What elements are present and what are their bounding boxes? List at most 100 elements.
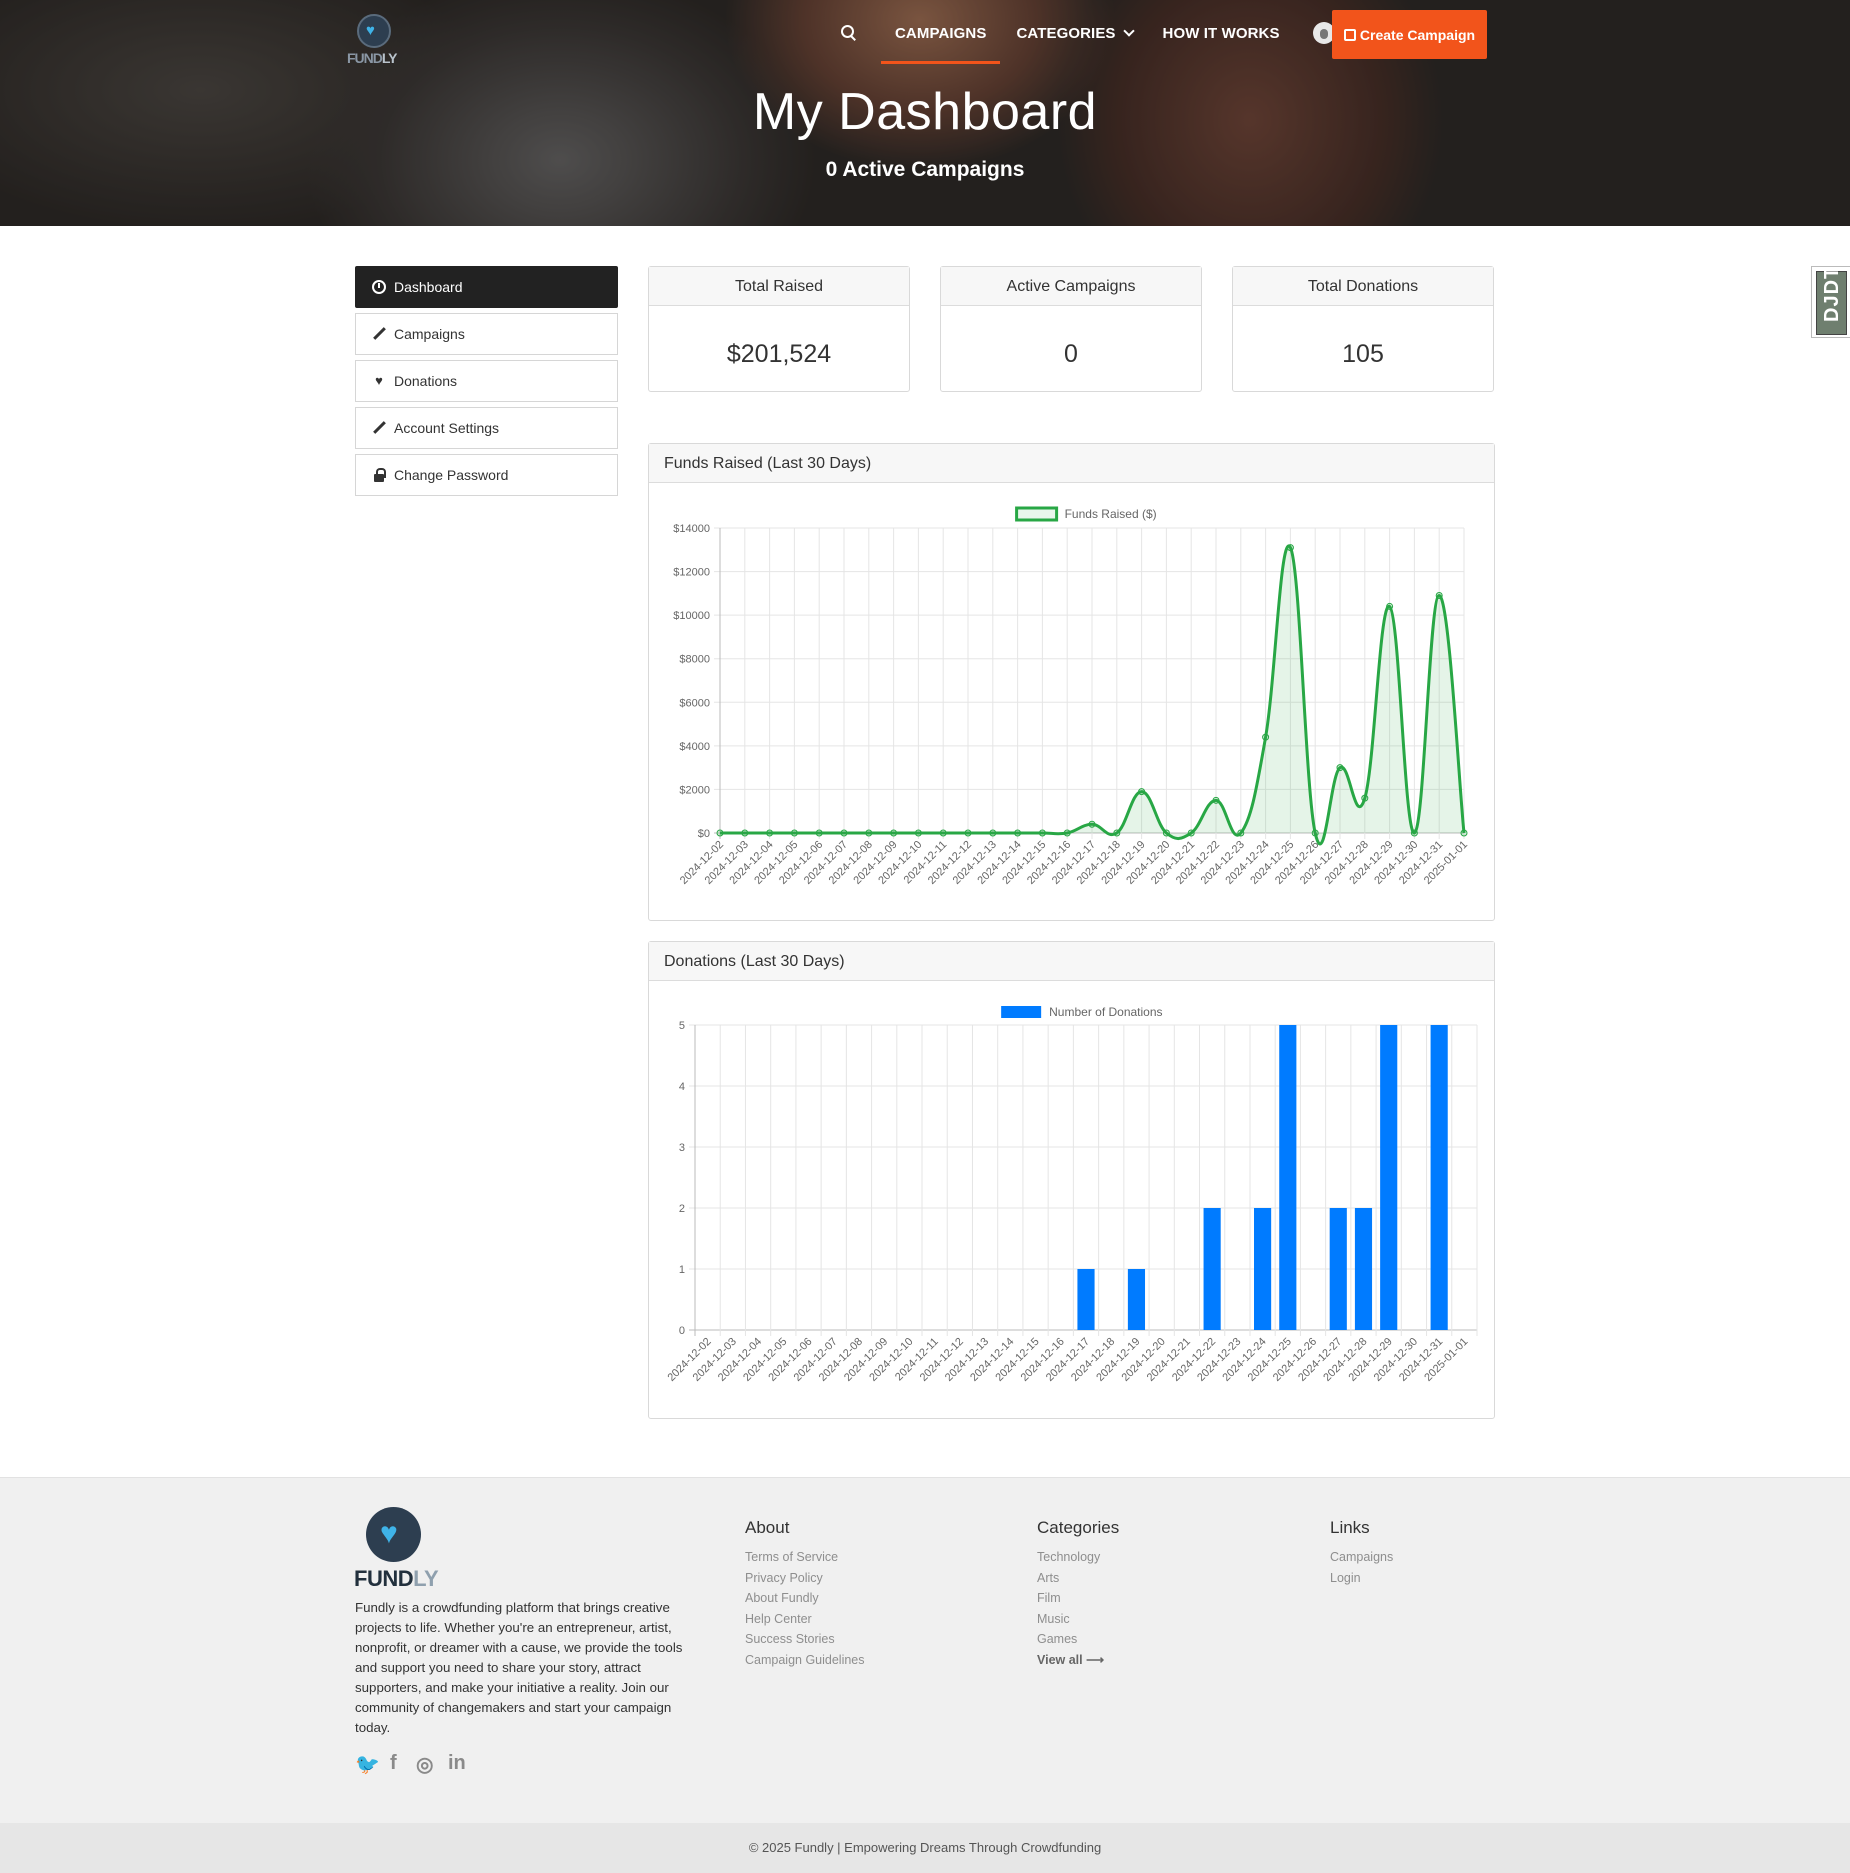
footer-logo[interactable]: ♥	[366, 1507, 421, 1562]
data-point	[964, 829, 972, 837]
legend-label: Number of Donations	[1049, 1005, 1162, 1019]
footer	[0, 1477, 1850, 1823]
sidebar-item-donations[interactable]: ♥ Donations	[355, 360, 618, 402]
chevron-down-icon	[1122, 25, 1135, 37]
footer-link[interactable]: Technology	[1037, 1547, 1119, 1568]
stat-label: Total Raised	[649, 267, 909, 306]
funds-chart: Funds Raised ($) $0 $2000 $4000 $6000 $8000 $1…	[673, 506, 1470, 887]
data-point	[1113, 829, 1121, 837]
nav-how-it-works[interactable]: HOW IT WORKS	[1163, 0, 1280, 66]
create-campaign-label: Create Campaign	[1359, 26, 1476, 43]
y-tick-label: $12000	[673, 567, 710, 579]
bar	[1380, 1025, 1398, 1330]
nav-campaigns[interactable]: CAMPAIGNS	[880, 0, 1002, 66]
footer-wordmark: FUNDLY	[354, 1566, 439, 1592]
y-tick-label: 3	[679, 1142, 685, 1154]
data-point	[1014, 829, 1022, 837]
search-icon[interactable]	[840, 24, 858, 42]
data-point	[1063, 829, 1071, 837]
facebook-icon[interactable]: f	[390, 1752, 397, 1775]
sidebar-item-dashboard[interactable]: Dashboard	[355, 266, 618, 308]
footer-link[interactable]: Campaigns	[1330, 1547, 1393, 1568]
debug-toolbar-handle: DJDT	[1816, 266, 1847, 335]
data-point	[741, 829, 749, 837]
sidebar-item-account-settings[interactable]: Account Settings	[355, 407, 618, 449]
logo-wordmark: FUNDLY	[347, 50, 397, 66]
y-tick-label: $6000	[679, 697, 710, 709]
twitter-icon[interactable]: 🐦	[355, 1752, 380, 1777]
data-point	[1237, 829, 1245, 837]
footer-link[interactable]: Privacy Policy	[745, 1568, 865, 1589]
heart-icon: ♥	[366, 22, 375, 39]
y-tick-label: $8000	[679, 654, 710, 666]
arrow-right-icon: ⟶	[1086, 1652, 1105, 1667]
footer-link[interactable]: About Fundly	[745, 1588, 865, 1609]
page-title: My Dashboard	[752, 83, 1098, 141]
data-point	[1262, 733, 1270, 741]
sidebar-item-change-password[interactable]: Change Password	[355, 454, 618, 496]
footer-link[interactable]: Login	[1330, 1568, 1393, 1589]
legend-label: Funds Raised ($)	[1065, 507, 1157, 521]
sidebar-item-label: Dashboard	[394, 279, 463, 295]
footer-link[interactable]: Terms of Service	[745, 1547, 865, 1568]
sidebar-item-campaigns[interactable]: Campaigns	[355, 313, 618, 355]
nav-categories-label: CATEGORIES	[1016, 25, 1116, 42]
data-point	[865, 829, 873, 837]
pencil-icon	[372, 327, 386, 341]
bar	[1279, 1025, 1297, 1330]
footer-heading: About	[745, 1518, 790, 1537]
bar	[1354, 1208, 1373, 1330]
create-campaign-button[interactable]: Create Campaign	[1332, 10, 1487, 59]
heart-icon: ♥	[380, 1517, 398, 1550]
stat-value: $201,524	[726, 340, 832, 368]
y-tick-label: 2	[679, 1203, 685, 1215]
y-tick-label: $0	[698, 828, 710, 840]
data-point	[790, 829, 798, 837]
donations-chart: Number of Donations0123452024-12-022024-…	[665, 1005, 1478, 1384]
nav-categories[interactable]: CATEGORIES	[1016, 0, 1135, 66]
data-point	[1212, 796, 1220, 804]
view-all-link[interactable]: View all ⟶	[1037, 1650, 1119, 1671]
stat-total-donations: Total Donations 105	[1232, 266, 1494, 392]
stat-total-raised: Total Raised $201,524	[648, 266, 910, 392]
data-point	[1187, 829, 1195, 837]
heart-icon: ♥	[375, 373, 383, 388]
debug-toolbar-toggle[interactable]: DJDT	[1811, 266, 1850, 338]
fundly-logo[interactable]: ♥ FUNDLY	[345, 12, 403, 68]
y-tick-label: $14000	[673, 523, 710, 535]
data-point	[1038, 829, 1046, 837]
stat-value: 105	[1342, 340, 1384, 368]
donations-chart-panel: Donations (Last 30 Days) Number of Donat…	[648, 941, 1495, 1419]
stat-value: 0	[1064, 340, 1078, 368]
donations-chart-title: Donations (Last 30 Days)	[649, 942, 1494, 981]
y-tick-label: $2000	[679, 784, 710, 796]
footer-link[interactable]: Help Center	[745, 1609, 865, 1630]
page-subtitle: 0 Active Campaigns	[825, 158, 1025, 181]
footer-description: Fundly is a crowdfunding platform that b…	[355, 1600, 683, 1735]
linkedin-icon[interactable]: in	[448, 1752, 466, 1775]
instagram-icon[interactable]: ◎	[416, 1752, 433, 1777]
main-nav: CAMPAIGNS CATEGORIES HOW IT WORKS	[840, 0, 1354, 66]
pencil-icon	[372, 421, 386, 435]
data-point	[1138, 788, 1146, 796]
bar	[1254, 1208, 1272, 1330]
view-all-label: View all	[1037, 1652, 1083, 1667]
data-point	[1460, 829, 1468, 837]
footer-link[interactable]: Success Stories	[745, 1629, 865, 1650]
debug-toolbar-label: DJDT	[1821, 265, 1843, 322]
stat-label: Active Campaigns	[941, 267, 1201, 306]
data-point	[1386, 602, 1394, 610]
funds-chart-title: Funds Raised (Last 30 Days)	[649, 444, 1494, 483]
sidebar-item-label: Campaigns	[394, 326, 465, 342]
footer-link[interactable]: Campaign Guidelines	[745, 1650, 865, 1671]
hero-banner: ♥ FUNDLY CAMPAIGNS CATEGORIES HOW IT WOR…	[0, 0, 1850, 226]
footer-heading: Links	[1330, 1518, 1370, 1537]
legend-swatch	[1015, 506, 1059, 522]
footer-link[interactable]: Arts	[1037, 1568, 1119, 1589]
footer-link[interactable]: Games	[1037, 1629, 1119, 1650]
y-tick-label: 0	[679, 1325, 685, 1337]
data-point	[914, 829, 922, 837]
footer-link[interactable]: Film	[1037, 1588, 1119, 1609]
footer-categories: Categories Technology Arts Film Music Ga…	[1037, 1518, 1119, 1671]
footer-link[interactable]: Music	[1037, 1609, 1119, 1630]
